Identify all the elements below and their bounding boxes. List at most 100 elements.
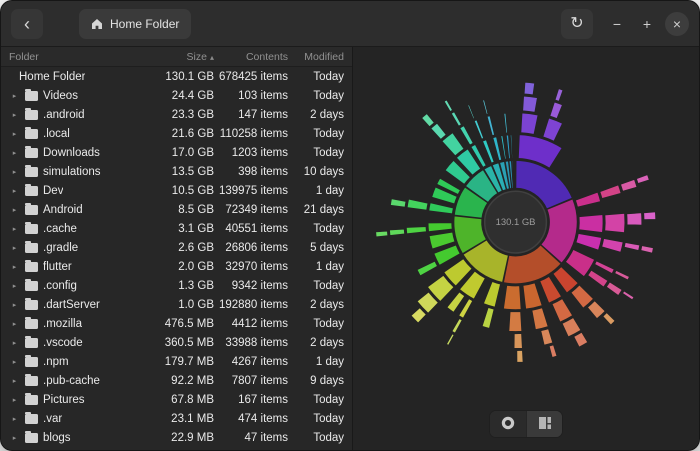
maximize-button[interactable]: + (635, 12, 659, 36)
expander-icon[interactable]: ▸ (9, 434, 20, 442)
expander-icon[interactable]: ▸ (9, 168, 20, 176)
table-row[interactable]: ▸flutter2.0 GB32970 items1 day (1, 257, 352, 276)
back-button[interactable]: ‹ (11, 9, 43, 39)
table-row[interactable]: ▸Videos24.4 GB103 itemsToday (1, 86, 352, 105)
table-row[interactable]: ▸.vscode360.5 MB33988 items2 days (1, 333, 352, 352)
expander-icon[interactable]: ▸ (9, 263, 20, 271)
ring-segment[interactable] (595, 261, 615, 274)
ring-segment[interactable] (444, 100, 453, 112)
ring-segment[interactable] (605, 213, 625, 232)
table-row[interactable]: ▸blogs22.9 MB47 itemsToday (1, 428, 352, 447)
ring-segment[interactable] (603, 312, 615, 325)
ring-segment[interactable] (460, 126, 474, 145)
table-row[interactable]: ▸.config1.3 GB9342 itemsToday (1, 276, 352, 295)
table-row[interactable]: ▸.dartServer1.0 GB192880 items2 days (1, 295, 352, 314)
ring-segment[interactable] (600, 185, 621, 199)
minimize-button[interactable]: − (605, 12, 629, 36)
expander-icon[interactable]: ▸ (9, 282, 20, 290)
ring-segment[interactable] (521, 113, 538, 135)
ring-segment[interactable] (421, 113, 434, 126)
ring-segment[interactable] (431, 123, 447, 139)
ring-segment[interactable] (509, 312, 522, 332)
ring-segment[interactable] (555, 89, 563, 102)
expander-icon[interactable]: ▸ (9, 339, 20, 347)
ring-segment[interactable] (407, 199, 428, 210)
ring-segment[interactable] (482, 140, 494, 164)
expander-icon[interactable]: ▸ (9, 377, 20, 385)
ring-segment[interactable] (602, 238, 624, 252)
ring-segment[interactable] (451, 112, 461, 127)
expander-icon[interactable]: ▸ (9, 92, 20, 100)
treemap-view-button[interactable] (526, 411, 562, 437)
ring-segment[interactable] (620, 179, 637, 191)
column-header-size[interactable]: Size▴ (154, 51, 214, 63)
ring-segment[interactable] (468, 105, 475, 119)
table-row[interactable]: ▸.npm179.7 MB4267 items1 day (1, 352, 352, 371)
ring-segment[interactable] (622, 291, 634, 300)
location-button[interactable]: Home Folder (79, 9, 191, 39)
ring-segment[interactable] (523, 96, 538, 112)
ring-segment[interactable] (575, 192, 600, 207)
ring-segment[interactable] (550, 102, 563, 119)
expander-icon[interactable]: ▸ (9, 187, 20, 195)
ring-segment[interactable] (483, 100, 488, 115)
column-header-folder[interactable]: Folder (9, 51, 154, 63)
ring-segment[interactable] (574, 332, 588, 347)
ring-segment[interactable] (506, 135, 510, 159)
expander-icon[interactable]: ▸ (9, 396, 20, 404)
rings-chart[interactable]: 130.1 GB (353, 47, 699, 450)
ring-segment[interactable] (541, 329, 553, 346)
table-row[interactable]: ▸.cache3.1 GB40551 itemsToday (1, 219, 352, 238)
ring-segment[interactable] (493, 137, 502, 161)
refresh-button[interactable]: ↻ (561, 9, 593, 39)
expander-icon[interactable]: ▸ (9, 130, 20, 138)
ring-segment[interactable] (376, 231, 388, 237)
table-row[interactable]: ▸.pub-cache92.2 MB7807 items9 days (1, 371, 352, 390)
table-row[interactable]: ▸simulations13.5 GB398 items10 days (1, 162, 352, 181)
ring-segment[interactable] (501, 136, 507, 160)
ring-segment[interactable] (543, 118, 563, 141)
ring-segment[interactable] (474, 120, 484, 139)
table-row[interactable]: ▸Dev10.5 GB139975 items1 day (1, 181, 352, 200)
ring-segment[interactable] (576, 233, 602, 250)
ring-segment[interactable] (549, 345, 557, 358)
ring-segment[interactable] (406, 226, 426, 233)
table-row[interactable]: ▸.gradle2.6 GB26806 items5 days (1, 238, 352, 257)
ring-segment[interactable] (624, 242, 640, 250)
ring-segment[interactable] (615, 270, 630, 280)
ring-segment[interactable] (532, 308, 548, 330)
table-row[interactable]: ▸Pictures67.8 MB167 itemsToday (1, 390, 352, 409)
expander-icon[interactable]: ▸ (9, 111, 20, 119)
table-row[interactable]: ▸.mozilla476.5 MB4412 itemsToday (1, 314, 352, 333)
expander-icon[interactable]: ▸ (9, 206, 20, 214)
ring-segment[interactable] (434, 245, 460, 266)
column-header-modified[interactable]: Modified (288, 51, 344, 63)
table-row[interactable]: ▸.android23.3 GB147 items2 days (1, 105, 352, 124)
expander-icon[interactable]: ▸ (9, 301, 20, 309)
ring-segment[interactable] (644, 212, 656, 220)
table-row[interactable]: ▸Android8.5 GB72349 items21 days (1, 200, 352, 219)
ring-segment[interactable] (579, 214, 603, 232)
rings-view-button[interactable] (490, 411, 526, 437)
ring-segment[interactable] (452, 318, 462, 333)
ring-segment[interactable] (389, 229, 404, 236)
ring-segment[interactable] (390, 199, 406, 208)
expander-icon[interactable]: ▸ (9, 244, 20, 252)
ring-segment[interactable] (514, 333, 522, 348)
ring-segment[interactable] (503, 285, 521, 309)
ring-segment[interactable] (487, 116, 495, 136)
ring-segment[interactable] (428, 223, 452, 232)
expander-icon[interactable]: ▸ (9, 415, 20, 423)
close-button[interactable]: × (665, 12, 689, 36)
ring-segment[interactable] (504, 113, 508, 133)
ring-segment[interactable] (523, 283, 542, 309)
ring-segment[interactable] (517, 350, 523, 362)
ring-segment[interactable] (552, 299, 573, 323)
expander-icon[interactable]: ▸ (9, 225, 20, 233)
ring-segment[interactable] (606, 282, 622, 296)
ring-segment[interactable] (429, 203, 454, 214)
expander-icon[interactable]: ▸ (9, 149, 20, 157)
ring-segment[interactable] (417, 261, 438, 276)
ring-segment[interactable] (641, 246, 654, 254)
table-row[interactable]: Home Folder130.1 GB678425 itemsToday (1, 67, 352, 86)
